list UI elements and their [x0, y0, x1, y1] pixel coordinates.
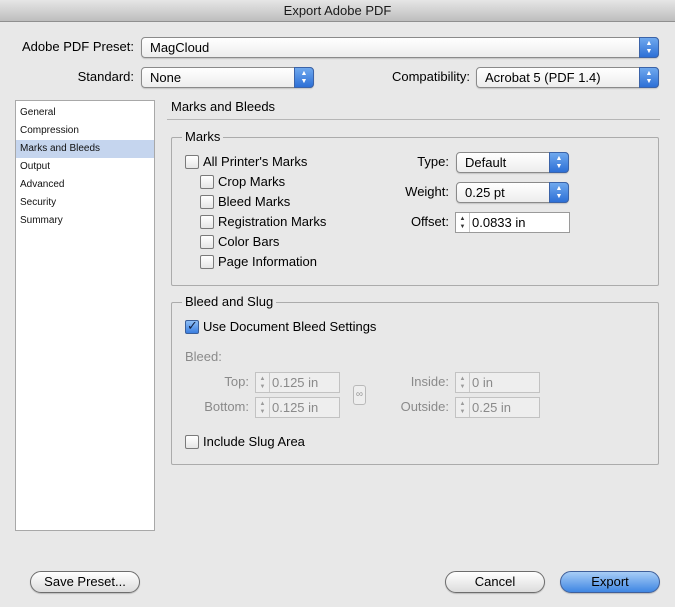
save-preset-button[interactable]: Save Preset... — [30, 571, 140, 593]
stepper-arrows-icon[interactable]: ▲ ▼ — [256, 373, 270, 392]
all-printers-marks-label: All Printer's Marks — [203, 154, 308, 169]
crop-marks-label: Crop Marks — [218, 174, 286, 189]
color-bars-checkbox[interactable] — [200, 235, 214, 249]
inside-label: Inside: — [410, 374, 449, 389]
standard-popup[interactable]: None ▲ ▼ — [141, 67, 314, 88]
inside-value: 0 in — [472, 375, 493, 390]
page-information-checkbox[interactable] — [200, 255, 214, 269]
crop-marks-checkbox[interactable] — [200, 175, 214, 189]
page-information-label: Page Information — [218, 254, 318, 269]
sidebar-item-security[interactable]: Security — [16, 194, 154, 212]
chain-link-icon[interactable]: ∞ — [353, 385, 366, 405]
sidebar-item-marks-and-bleeds[interactable]: Marks and Bleeds — [16, 140, 154, 158]
marks-group-title: Marks — [182, 129, 224, 145]
type-value: Default — [465, 155, 507, 170]
offset-stepper[interactable]: ▲ ▼ 0.0833 in — [455, 212, 570, 233]
top-label: Top: — [224, 374, 249, 389]
weight-label: Weight: — [405, 184, 449, 199]
all-printers-marks-checkbox[interactable] — [185, 155, 199, 169]
include-slug-label: Include Slug Area — [203, 434, 305, 449]
compatibility-popup[interactable]: Acrobat 5 (PDF 1.4) ▲ ▼ — [476, 67, 659, 88]
popup-arrows-icon: ▲ ▼ — [549, 182, 569, 203]
bleed-marks-checkbox[interactable] — [200, 195, 214, 209]
include-slug-checkbox[interactable] — [185, 435, 199, 449]
bleed-label: Bleed: — [185, 349, 222, 364]
bleed-marks-label: Bleed Marks — [218, 194, 291, 209]
standard-label: Standard: — [77, 69, 134, 84]
sidebar-item-compression[interactable]: Compression — [16, 122, 154, 140]
bleed-slug-group-title: Bleed and Slug — [182, 294, 277, 310]
bottom-stepper[interactable]: ▲ ▼ 0.125 in — [255, 397, 340, 418]
preset-popup[interactable]: MagCloud ▲ ▼ — [141, 37, 659, 58]
title-divider — [167, 119, 660, 120]
sidebar-item-summary[interactable]: Summary — [16, 212, 154, 230]
compatibility-value: Acrobat 5 (PDF 1.4) — [485, 70, 601, 85]
stepper-arrows-icon[interactable]: ▲ ▼ — [456, 373, 470, 392]
popup-arrows-icon: ▲ ▼ — [639, 67, 659, 88]
offset-value: 0.0833 in — [472, 215, 526, 230]
bottom-value: 0.125 in — [272, 400, 319, 415]
stepper-arrows-icon[interactable]: ▲ ▼ — [256, 398, 270, 417]
type-popup[interactable]: Default ▲ ▼ — [456, 152, 569, 173]
outside-value: 0.25 in — [472, 400, 512, 415]
type-label: Type: — [417, 154, 449, 169]
cancel-button[interactable]: Cancel — [445, 571, 545, 593]
weight-popup[interactable]: 0.25 pt ▲ ▼ — [456, 182, 569, 203]
outside-label: Outside: — [400, 399, 449, 414]
use-document-bleed-label: Use Document Bleed Settings — [203, 319, 377, 334]
top-stepper[interactable]: ▲ ▼ 0.125 in — [255, 372, 340, 393]
top-value: 0.125 in — [272, 375, 319, 390]
outside-stepper[interactable]: ▲ ▼ 0.25 in — [455, 397, 540, 418]
sidebar-item-advanced[interactable]: Advanced — [16, 176, 154, 194]
preset-label: Adobe PDF Preset: — [22, 39, 134, 54]
compatibility-label: Compatibility: — [391, 69, 470, 84]
inside-stepper[interactable]: ▲ ▼ 0 in — [455, 372, 540, 393]
stepper-arrows-icon[interactable]: ▲ ▼ — [456, 213, 470, 232]
offset-label: Offset: — [410, 214, 449, 229]
weight-value: 0.25 pt — [465, 185, 505, 200]
standard-value: None — [150, 70, 182, 85]
registration-marks-label: Registration Marks — [218, 214, 327, 229]
use-document-bleed-checkbox[interactable]: ✓ — [185, 318, 199, 334]
sidebar: General Compression Marks and Bleeds Out… — [15, 100, 155, 531]
export-button[interactable]: Export — [560, 571, 660, 593]
window-title: Export Adobe PDF — [0, 0, 675, 22]
registration-marks-checkbox[interactable] — [200, 215, 214, 229]
page-title: Marks and Bleeds — [171, 99, 276, 114]
popup-arrows-icon: ▲ ▼ — [549, 152, 569, 173]
stepper-arrows-icon[interactable]: ▲ ▼ — [456, 398, 470, 417]
preset-value: MagCloud — [150, 40, 210, 55]
checkmark-icon: ✓ — [187, 318, 198, 333]
popup-arrows-icon: ▲ ▼ — [639, 37, 659, 58]
bottom-label: Bottom: — [204, 399, 249, 414]
sidebar-item-general[interactable]: General — [16, 104, 154, 122]
color-bars-label: Color Bars — [218, 234, 280, 249]
sidebar-item-output[interactable]: Output — [16, 158, 154, 176]
popup-arrows-icon: ▲ ▼ — [294, 67, 314, 88]
